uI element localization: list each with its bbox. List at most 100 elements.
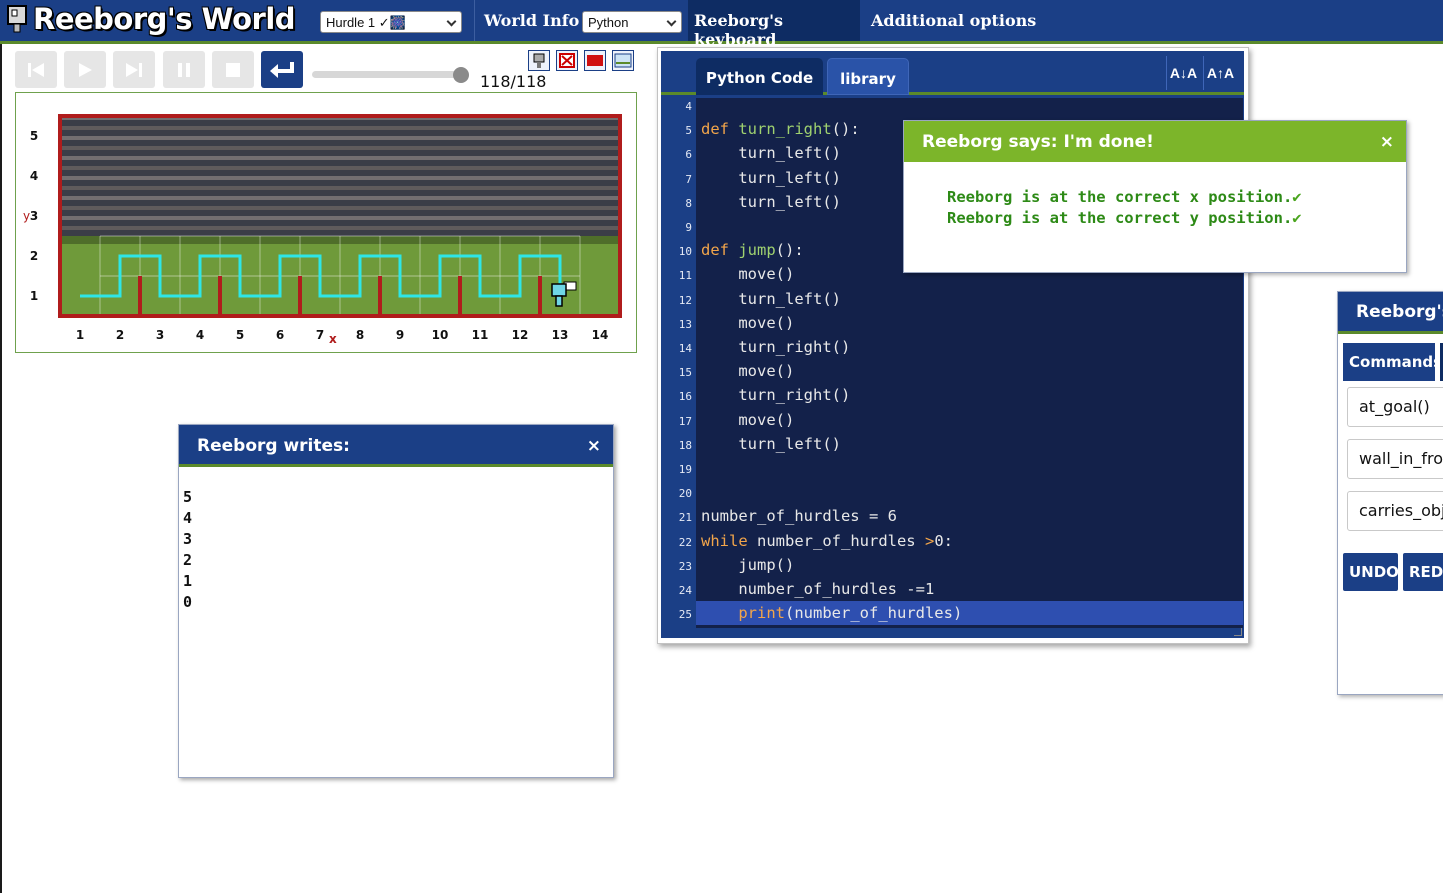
x-tick-label: 5 xyxy=(236,328,244,342)
line-number: 13 xyxy=(678,317,692,331)
line-number: 18 xyxy=(678,438,692,452)
stands-row xyxy=(60,166,620,170)
speed-slider-track[interactable] xyxy=(312,71,462,78)
reeborg-keyboard-panel: Reeborg's keyboard Commands at_goal() wa… xyxy=(1337,291,1443,695)
toggle-highlight-button[interactable] xyxy=(584,50,606,71)
robot-details-button[interactable] xyxy=(528,50,550,71)
done-message-text: Reeborg is at the correct y position. xyxy=(947,209,1293,227)
flag-icon xyxy=(587,55,603,66)
reeborg-logo-icon xyxy=(7,5,27,33)
key-wall-in-front[interactable]: wall_in_front() xyxy=(1347,439,1443,479)
stop-button[interactable] xyxy=(212,51,254,88)
x-tick-label: 3 xyxy=(156,328,164,342)
code-line: turn_left() xyxy=(701,434,841,453)
code-line: move() xyxy=(701,313,795,332)
decrease-font-button[interactable]: A↓A xyxy=(1166,56,1200,90)
line-number: 24 xyxy=(678,584,692,597)
keyboard-panel-title: Reeborg's keyboard xyxy=(1338,292,1443,334)
line-number: 10 xyxy=(678,245,692,259)
x-tick-label: 9 xyxy=(396,328,404,342)
play-icon xyxy=(79,62,92,77)
redo-button[interactable]: REDO xyxy=(1403,553,1443,591)
line-number: 6 xyxy=(685,148,692,162)
line-number: 15 xyxy=(678,366,692,380)
done-message: Reeborg is at the correct y position.✔ xyxy=(947,208,1302,229)
line-number: 4 xyxy=(685,100,692,113)
world-select[interactable]: Hurdle 1 ✓🎆 xyxy=(320,11,462,33)
y-axis-label: y xyxy=(23,209,30,223)
reeborg-keyboard-button[interactable]: Reeborg's keyboard xyxy=(688,0,860,49)
line-number: 22 xyxy=(678,535,692,549)
output-line: 0 xyxy=(183,593,193,611)
code-line: turn_right() xyxy=(701,386,851,405)
x-tick-label: 11 xyxy=(472,328,489,342)
stands-row xyxy=(60,196,620,200)
x-tick-label: 8 xyxy=(356,328,364,342)
code-line: while number_of_hurdles >0: xyxy=(701,531,953,550)
code-line: jump() xyxy=(701,555,795,574)
code-line: turn_left() xyxy=(701,144,841,163)
language-select[interactable]: Python xyxy=(582,11,682,33)
close-icon[interactable]: × xyxy=(1380,132,1394,152)
step-forward-icon xyxy=(126,62,142,77)
x-tick-label: 7 xyxy=(316,328,324,342)
code-line: move() xyxy=(701,410,795,429)
x-tick-label: 10 xyxy=(432,328,449,342)
run-button[interactable] xyxy=(64,51,106,88)
reset-button[interactable] xyxy=(261,51,303,88)
code-line: def jump(): xyxy=(701,241,804,260)
chevron-down-icon xyxy=(666,16,677,27)
robot-icon xyxy=(533,53,545,68)
delete-walls-button[interactable] xyxy=(556,50,578,71)
pause-button[interactable] xyxy=(163,51,205,88)
reload-button[interactable] xyxy=(15,51,57,88)
x-tick-label: 1 xyxy=(76,328,84,342)
line-number: 19 xyxy=(678,463,692,476)
app-title: Reeborg's World xyxy=(33,2,296,36)
additional-options-button[interactable]: Additional options xyxy=(865,0,1042,41)
step-button[interactable] xyxy=(113,51,155,88)
done-dialog-title: Reeborg says: I'm done! xyxy=(922,132,1154,152)
done-message-text: Reeborg is at the correct x position. xyxy=(947,188,1293,206)
tab-library[interactable]: library xyxy=(827,58,909,95)
tab-commands[interactable]: Commands xyxy=(1343,343,1442,381)
key-at-goal[interactable]: at_goal() xyxy=(1347,387,1443,427)
y-tick-label: 2 xyxy=(30,249,38,263)
stands-row xyxy=(60,126,620,130)
stands-row xyxy=(60,146,620,150)
undo-button[interactable]: UNDO xyxy=(1343,553,1399,591)
world-select-value: Hurdle 1 ✓🎆 xyxy=(326,15,406,30)
code-line: turn_right() xyxy=(701,338,851,356)
top-menu-bar: Reeborg's World Hurdle 1 ✓🎆 World Info P… xyxy=(0,0,1443,49)
x-tick-label: 4 xyxy=(196,328,204,342)
speed-slider-handle[interactable] xyxy=(453,67,469,83)
world-info-button[interactable]: World Info xyxy=(478,0,585,41)
line-number: 7 xyxy=(685,172,692,186)
pause-icon xyxy=(178,62,190,77)
done-messages: Reeborg is at the correct x position.✔ R… xyxy=(947,187,1302,229)
stands-row xyxy=(60,176,620,180)
code-line: number_of_hurdles = 6 xyxy=(701,507,897,526)
key-carries-object[interactable]: carries_object() xyxy=(1347,491,1443,531)
stands-row xyxy=(60,206,620,210)
tab-python-code[interactable]: Python Code xyxy=(696,58,823,95)
line-number: 16 xyxy=(678,390,692,404)
world-canvas[interactable]: 1 2 3 4 5 6 7 8 9 10 11 12 13 14 5 4 3 2 1 y x xyxy=(15,92,637,353)
increase-font-button[interactable]: A↑A xyxy=(1203,56,1237,90)
x-tick-label: 2 xyxy=(116,328,124,342)
close-icon[interactable]: × xyxy=(587,436,601,456)
stands-row xyxy=(60,136,620,140)
world-svg: 1 2 3 4 5 6 7 8 9 10 11 12 13 1454321yx xyxy=(23,114,622,346)
output-line: 3 xyxy=(183,530,193,548)
line-number: 5 xyxy=(685,124,692,138)
chevron-down-icon xyxy=(446,16,457,27)
y-tick-label: 5 xyxy=(30,129,38,143)
y-tick-label: 3 xyxy=(30,209,38,223)
reeborg-writes-dialog: Reeborg writes: × 5 4 3 2 1 0 xyxy=(178,424,614,778)
x-axis-label: x xyxy=(329,332,337,346)
world-editor-button[interactable] xyxy=(612,50,634,71)
done-message: Reeborg is at the correct x position.✔ xyxy=(947,187,1302,208)
resize-handle[interactable] xyxy=(1234,628,1242,636)
line-number: 9 xyxy=(685,221,692,234)
code-line: turn_left() xyxy=(701,192,841,211)
